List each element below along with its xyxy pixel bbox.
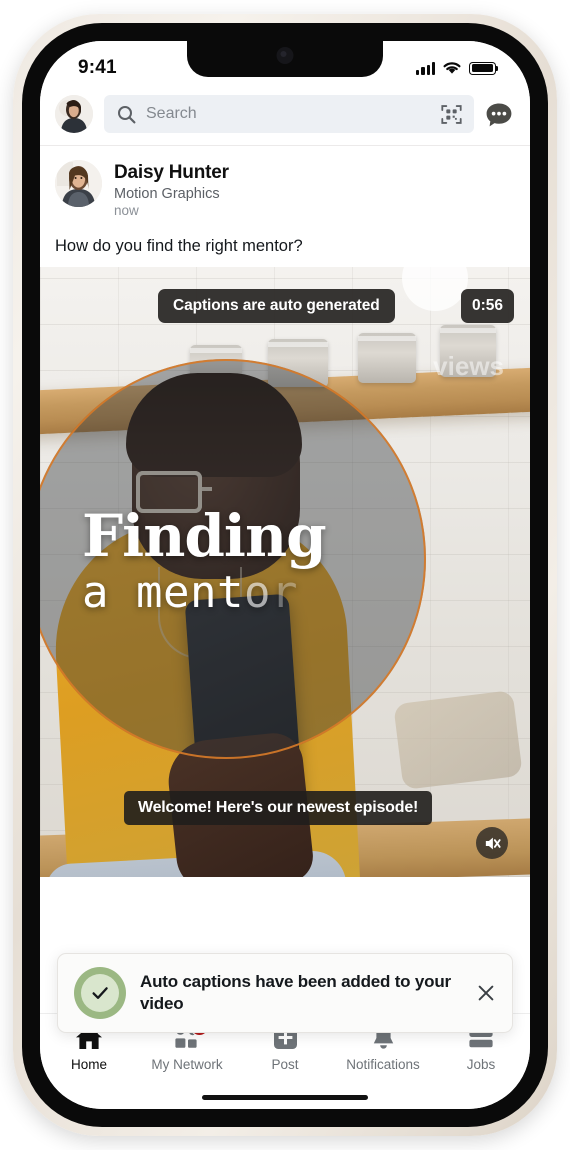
video-title-solid: a ment	[82, 567, 244, 618]
phone-screen: 9:41 Search Daisy Hunter Motion Graphics…	[40, 41, 530, 1109]
search-input[interactable]: Search	[104, 95, 474, 133]
post-text: How do you find the right mentor?	[55, 237, 303, 255]
check-circle-icon	[74, 967, 126, 1019]
captions-notice: Captions are auto generated	[158, 289, 395, 323]
video-player[interactable]: views Captions are auto generated 0:56 F…	[40, 267, 530, 877]
video-title-line2: a mentor	[82, 571, 326, 615]
search-icon	[118, 105, 136, 123]
nav-label-jobs: Jobs	[466, 1057, 496, 1072]
home-indicator[interactable]	[202, 1094, 368, 1100]
user-avatar[interactable]	[55, 95, 93, 133]
front-camera-icon	[276, 47, 294, 64]
video-title-fade1: o	[243, 567, 271, 618]
nav-label-my-network: My Network	[151, 1057, 223, 1072]
background-object	[393, 690, 523, 790]
post-header: Daisy Hunter Motion Graphics now	[40, 146, 530, 222]
top-bar: Search	[40, 89, 530, 146]
nav-label-notifications: Notifications	[346, 1057, 420, 1072]
messaging-icon[interactable]	[485, 102, 513, 127]
screenshot-root: 9:41 Search Daisy Hunter Motion Graphics…	[0, 0, 570, 1150]
snackbar: Auto captions have been added to your vi…	[57, 953, 513, 1033]
nav-label-post: Post	[271, 1057, 299, 1072]
post-meta: Daisy Hunter Motion Graphics now	[114, 160, 229, 218]
video-title-overlay: Finding a mentor	[82, 502, 327, 615]
video-duration-badge: 0:56	[460, 289, 514, 323]
wifi-icon	[443, 62, 461, 74]
video-watermark: views	[433, 351, 504, 381]
author-avatar[interactable]	[55, 160, 102, 207]
battery-icon	[469, 61, 499, 75]
status-indicators	[416, 61, 499, 75]
post-author-name[interactable]: Daisy Hunter	[114, 162, 229, 184]
video-subtitle: Welcome! Here's our newest episode!	[124, 791, 433, 825]
close-icon[interactable]	[475, 982, 497, 1004]
cellular-signal-icon	[416, 61, 435, 75]
device-notch	[187, 41, 383, 77]
post-author-headline: Motion Graphics	[114, 186, 220, 202]
qr-scan-icon[interactable]	[440, 103, 463, 126]
nav-label-home: Home	[70, 1057, 107, 1072]
speaker-muted-icon[interactable]	[476, 827, 508, 859]
post-timestamp: now	[114, 203, 139, 218]
status-time: 9:41	[78, 57, 117, 78]
snackbar-message: Auto captions have been added to your vi…	[140, 972, 451, 1013]
video-title-line1: Finding	[82, 502, 327, 570]
jar-decor	[358, 333, 416, 383]
video-title-fade2: r	[270, 567, 298, 618]
search-placeholder: Search	[146, 105, 197, 122]
